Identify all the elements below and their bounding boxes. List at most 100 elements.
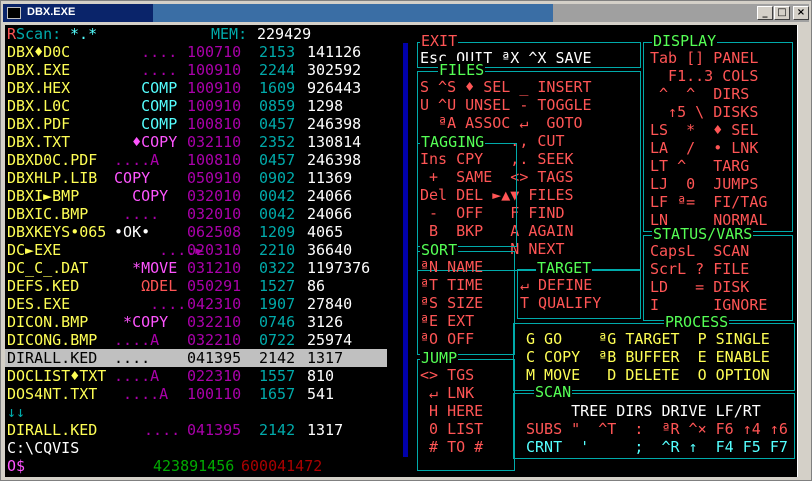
sort-box: SORT ªN NAME ªT TIME ªS SIZE ªE EXT ªO OFF <box>417 241 515 355</box>
files-command[interactable]: U ^U UNSEL - TOGGLE <box>420 96 592 114</box>
file-time: 0322 <box>259 259 296 277</box>
target-command[interactable]: ↵ DEFINE <box>520 276 592 294</box>
display-command[interactable]: LT ^ TARG <box>650 157 749 175</box>
maximize-button[interactable]: □ <box>774 6 790 20</box>
file-name: DBXHLP.LIB <box>7 169 98 187</box>
file-time: 0746 <box>259 313 296 331</box>
display-command[interactable]: LA / • LNK <box>650 139 758 157</box>
display-command[interactable]: ↑5 \ DISKS <box>650 103 758 121</box>
sort-title: SORT <box>420 241 459 259</box>
tagging-command[interactable]: Del DEL <box>420 186 483 204</box>
files-command[interactable]: ªA ASSOC ↵ GOTO <box>420 114 583 132</box>
display-command[interactable]: F1..3 COLS <box>650 67 758 85</box>
display-command[interactable]: ^ ^ DIRS <box>650 85 749 103</box>
tagging-command[interactable]: + SAME <box>420 168 492 186</box>
prompt-row[interactable]: O$ 423891456 600041472 <box>5 457 322 475</box>
tagging-box: TAGGING Ins CPY + SAME Del DEL - OFF B BK… <box>417 133 517 247</box>
file-time: 0859 <box>259 97 296 115</box>
close-button[interactable]: × <box>793 6 809 20</box>
file-status: COPY <box>105 187 169 205</box>
status-command[interactable]: ScrL ? FILE <box>650 260 749 278</box>
current-file-date: 041395 <box>187 421 242 439</box>
status-command[interactable]: I IGNORE <box>650 296 767 314</box>
display-box: DISPLAY Tab [] PANEL F1..3 COLS ^ ^ DIRS… <box>643 32 793 232</box>
file-date: 032210 <box>187 331 242 349</box>
process-title: PROCESS <box>664 313 730 331</box>
exit-title: EXIT <box>420 32 459 50</box>
status-command[interactable]: LD = DISK <box>650 278 749 296</box>
file-size: 246398 <box>307 151 362 169</box>
process-command[interactable]: M MOVE D DELETE O OPTION <box>526 366 770 384</box>
file-date: 042310 <box>187 295 242 313</box>
file-date: 032010 <box>187 187 242 205</box>
sort-command[interactable]: ªO OFF <box>420 330 474 348</box>
current-file-row: DIRALL.KED .... 041395 2142 1317 <box>5 421 343 439</box>
file-name: DBX.L0C <box>7 97 71 115</box>
file-name: DES.EXE <box>7 295 71 313</box>
file-name: DBXKEYS•065 <box>7 223 107 241</box>
scan-label: Scan: <box>16 25 62 43</box>
display-command[interactable]: LS * ♦ SEL <box>650 121 758 139</box>
sort-command[interactable]: ªE EXT <box>420 312 474 330</box>
file-name: DBXI►BMP <box>7 187 80 205</box>
status-title: STATUS/VARS <box>652 225 754 243</box>
title-bar[interactable]: DBX.EXE <box>3 4 809 22</box>
file-time: 0722 <box>259 331 296 349</box>
scan-value: *.* <box>61 25 98 43</box>
tagging-command[interactable]: Ins CPY <box>420 150 483 168</box>
dbx-window: DBX.EXE _ □ × R Scan: *.* MEM: 229429 DB… <box>0 0 812 481</box>
process-command[interactable]: G GO ªG TARGET P SINGLE <box>526 330 770 348</box>
sort-command[interactable]: ªS SIZE <box>420 294 483 312</box>
current-file-name: DIRALL.KED <box>7 421 98 439</box>
status-command[interactable]: CapsL SCAN <box>650 242 749 260</box>
scan-crnt[interactable]: CRNT ' ; ^R ↑ F4 F5 F7 F8 <box>526 438 797 456</box>
status-box: STATUS/VARS CapsL SCAN ScrL ? FILE LD = DI… <box>643 225 793 321</box>
jump-command[interactable]: H HERE <box>420 402 483 420</box>
file-time: 2153 <box>259 43 296 61</box>
current-file-time: 2142 <box>259 421 296 439</box>
app-icon <box>7 7 21 19</box>
display-command[interactable]: LF ª= FI/TAG <box>650 193 767 211</box>
file-name: DOCLIST♦TXT <box>7 367 107 385</box>
jump-command[interactable]: # TO # <box>420 438 483 456</box>
file-status: .... <box>105 61 178 79</box>
file-size: 24066 <box>307 205 353 223</box>
file-name: DIRALL.KED <box>7 349 98 367</box>
mem-value: 229429 <box>257 25 312 43</box>
jump-command[interactable]: <> TGS <box>420 366 474 384</box>
file-name: DBX.TXT <box>7 133 71 151</box>
file-size: 11369 <box>307 169 353 187</box>
scrollbar[interactable] <box>797 25 809 477</box>
file-time: 2210 <box>259 241 296 259</box>
file-status: .... <box>105 349 151 367</box>
file-status: .... <box>105 205 160 223</box>
file-size: 36640 <box>307 241 353 259</box>
target-command[interactable]: T QUALIFY <box>520 294 601 312</box>
console-area[interactable]: R Scan: *.* MEM: 229429 DBX♦D0C .... 1007… <box>5 25 797 477</box>
file-status: COMP <box>105 79 178 97</box>
display-command[interactable]: LJ 0 JUMPS <box>650 175 758 193</box>
file-status: .... <box>105 43 178 61</box>
file-time: 0042 <box>259 205 296 223</box>
jump-command[interactable]: ↵ LNK <box>420 384 474 402</box>
mem-label: MEM: <box>211 25 248 43</box>
jump-command[interactable]: 0 LIST <box>420 420 483 438</box>
tagging-command[interactable]: B BKP <box>420 222 483 240</box>
sort-command[interactable]: ªN NAME <box>420 258 483 276</box>
file-status: •OK• <box>105 223 151 241</box>
file-time: 1657 <box>259 385 296 403</box>
file-date: 100910 <box>187 61 242 79</box>
minimize-button[interactable]: _ <box>757 6 773 20</box>
file-status: *MOVE <box>105 259 178 277</box>
file-name: DEFS.KED <box>7 277 80 295</box>
process-command[interactable]: C COPY ªB BUFFER E ENABLE <box>526 348 770 366</box>
down-arrows-icon: ↓↓ <box>7 403 26 421</box>
file-name: DOS4NT.TXT <box>7 385 98 403</box>
display-command[interactable]: Tab [] PANEL <box>650 49 758 67</box>
target-title: TARGET <box>536 259 593 277</box>
tagging-command[interactable]: - OFF <box>420 204 483 222</box>
scan-subs[interactable]: SUBS " ^T : ªR ^× F6 ↑4 ↑6 <box>526 420 788 438</box>
files-command[interactable]: S ^S ♦ SEL _ INSERT <box>420 78 592 96</box>
command-prompt[interactable]: O$ <box>7 457 25 475</box>
sort-command[interactable]: ªT TIME <box>420 276 483 294</box>
